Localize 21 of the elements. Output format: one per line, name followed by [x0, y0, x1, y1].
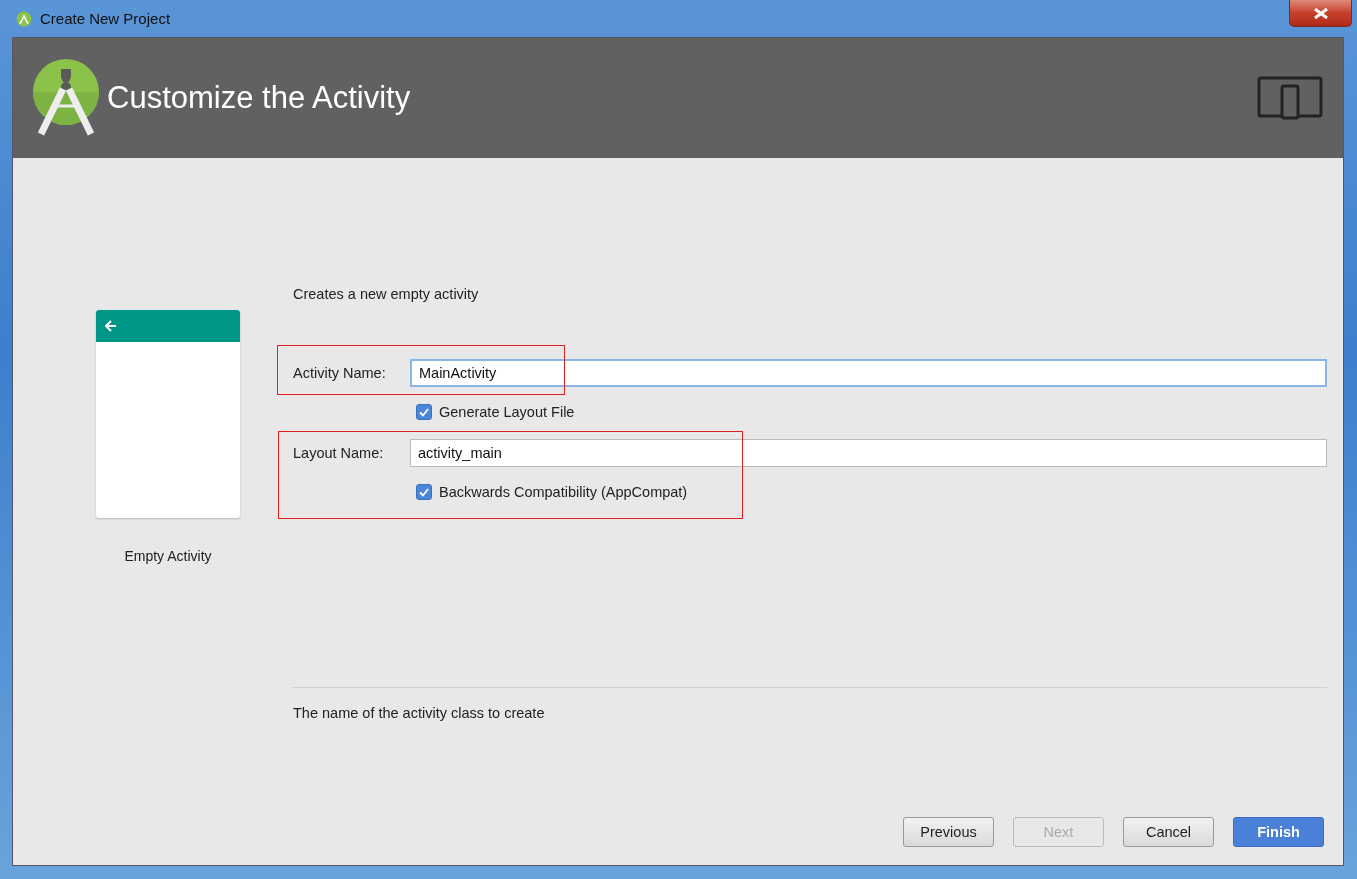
description-text: Creates a new empty activity — [293, 286, 480, 302]
window-title: Create New Project — [40, 10, 171, 27]
checkbox-row[interactable]: Backwards Compatibility (AppCompat) — [416, 484, 1327, 500]
back-arrow-icon — [105, 320, 117, 332]
dialog-button[interactable]: Finish — [1233, 817, 1324, 847]
close-button[interactable] — [1289, 0, 1352, 27]
page-title: Customize the Activity — [107, 80, 412, 116]
dialog-button[interactable]: Previous — [903, 817, 994, 847]
help-text: The name of the activity class to create — [293, 705, 546, 721]
checkbox[interactable] — [416, 404, 432, 420]
text-field[interactable]: activity_main — [410, 439, 1327, 467]
devices-icon — [1257, 76, 1323, 120]
android-logo-icon — [16, 10, 32, 27]
close-icon — [1311, 6, 1330, 20]
checkbox-row[interactable]: Generate Layout File — [416, 404, 1327, 420]
field-label: Layout Name: — [293, 445, 385, 461]
template-name: Empty Activity — [124, 548, 212, 564]
dialog-button[interactable]: Cancel — [1123, 817, 1214, 847]
field-label: Activity Name: — [293, 365, 387, 381]
text-field[interactable]: MainActivity — [410, 359, 1327, 387]
checkbox[interactable] — [416, 484, 432, 500]
